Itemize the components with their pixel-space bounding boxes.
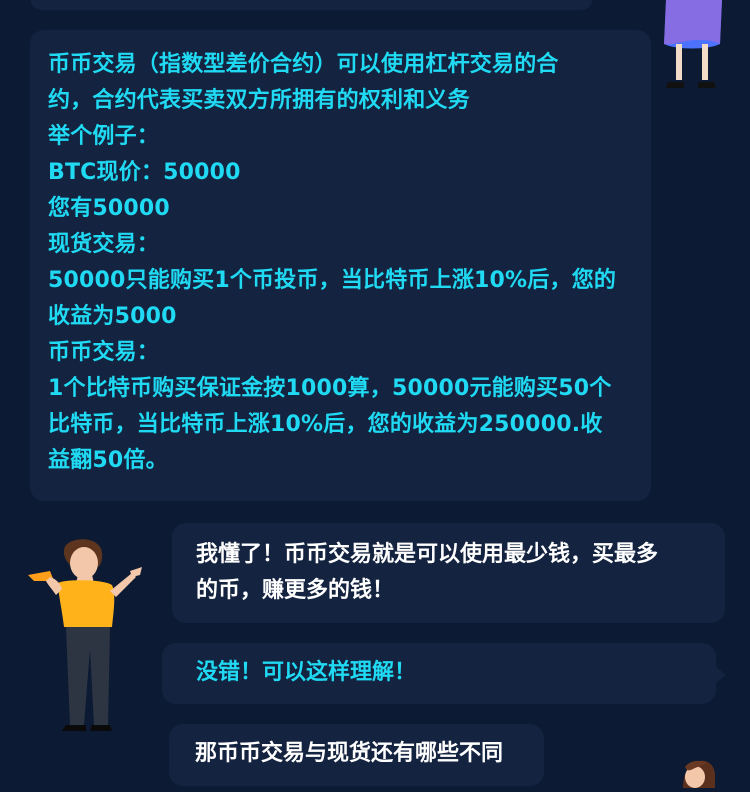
reply-line: 我懂了！币币交易就是可以使用最少钱，买最多 [196,542,659,567]
reply-understanding-text: 我懂了！币币交易就是可以使用最少钱，买最多 的币，赚更多的钱！ [196,537,705,609]
message-line: BTC现价：50000 [48,160,241,185]
reply-confirmation-text: 没错！可以这样理解！ [196,660,417,685]
message-line: 50000只能购买1个币投币，当比特币上涨10%后，您的 [48,268,617,293]
main-explanation-bubble: 币币交易（指数型差价合约）可以使用杠杆交易的合 约，合约代表买卖双方所拥有的权利… [30,30,651,501]
message-line: 益翻50倍。 [48,448,168,473]
message-line: 约，合约代表买卖双方所拥有的权利和义务 [48,88,470,113]
previous-message-bubble [30,0,593,10]
message-line: 1个比特币购买保证金按1000算，50000元能购买50个 [48,376,612,401]
message-line: 收益为5000 [48,304,177,329]
peeking-person-illustration [675,757,717,788]
message-line: 举个例子： [48,124,160,149]
reply-question-text: 那币币交易与现货还有哪些不同 [195,741,504,766]
reply-line: 的币，赚更多的钱！ [196,578,395,603]
message-line: 现货交易： [48,232,160,257]
standing-girl-illustration [658,0,728,96]
message-line: 币币交易： [48,340,160,365]
reply-bubble-question: 那币币交易与现货还有哪些不同 [169,724,544,786]
message-line: 币币交易（指数型差价合约）可以使用杠杆交易的合 [48,52,559,77]
reply-bubble-confirmation: 没错！可以这样理解！ [162,643,726,704]
reply-bubble-understanding: 我懂了！币币交易就是可以使用最少钱，买最多 的币，赚更多的钱！ [172,523,725,623]
pointing-man-illustration [28,537,148,737]
main-explanation-text: 币币交易（指数型差价合约）可以使用杠杆交易的合 约，合约代表买卖双方所拥有的权利… [48,47,633,479]
message-line: 比特币，当比特币上涨10%后，您的收益为250000.收 [48,412,603,437]
message-line: 您有50000 [48,196,170,221]
